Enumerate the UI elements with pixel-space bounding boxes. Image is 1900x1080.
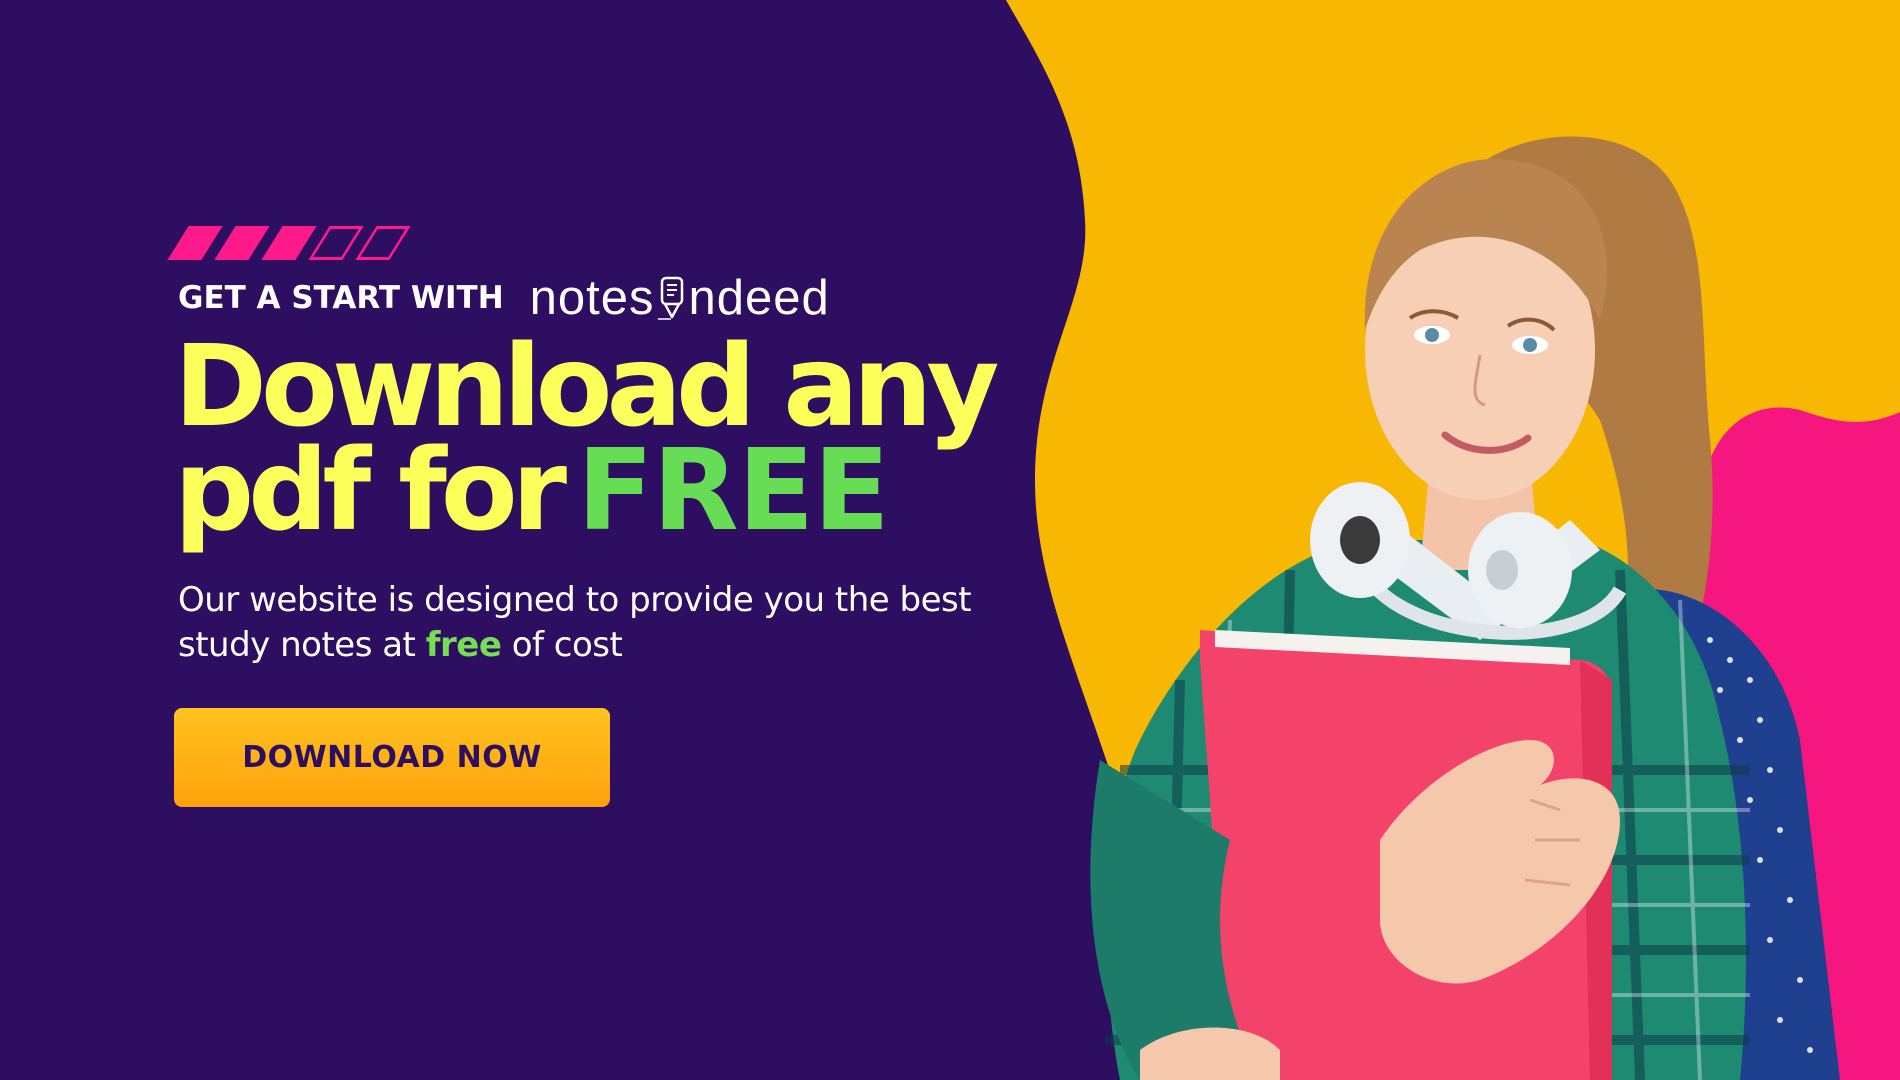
headline-accent: FREE <box>576 426 890 556</box>
decorative-stripes <box>167 226 413 260</box>
download-now-button[interactable]: DOWNLOAD NOW <box>174 708 610 807</box>
kicker-row: GET A START WITH notes ndeed <box>178 271 830 325</box>
stripe-filled <box>261 226 317 260</box>
kicker-text: GET A START WITH <box>178 280 504 316</box>
stripe-filled <box>214 226 270 260</box>
pen-notepad-icon <box>657 276 683 320</box>
brand-logo[interactable]: notes ndeed <box>530 270 830 326</box>
brand-suffix: ndeed <box>688 271 830 325</box>
brand-prefix: notes <box>529 271 655 325</box>
stripe-outline <box>355 226 411 260</box>
stripe-filled <box>167 226 223 260</box>
hero-headline: Download any pdf for FREE <box>174 331 1034 547</box>
subtext-part-2: of cost <box>501 625 623 665</box>
hero-subtext: Our website is designed to provide you t… <box>178 578 978 668</box>
stripe-outline <box>308 226 364 260</box>
student-photo <box>1090 136 1840 1080</box>
subtext-highlight: free <box>425 625 502 665</box>
headline-line-2: pdf for <box>174 426 567 556</box>
hero-section: GET A START WITH notes ndeed Download an… <box>0 0 1900 1080</box>
